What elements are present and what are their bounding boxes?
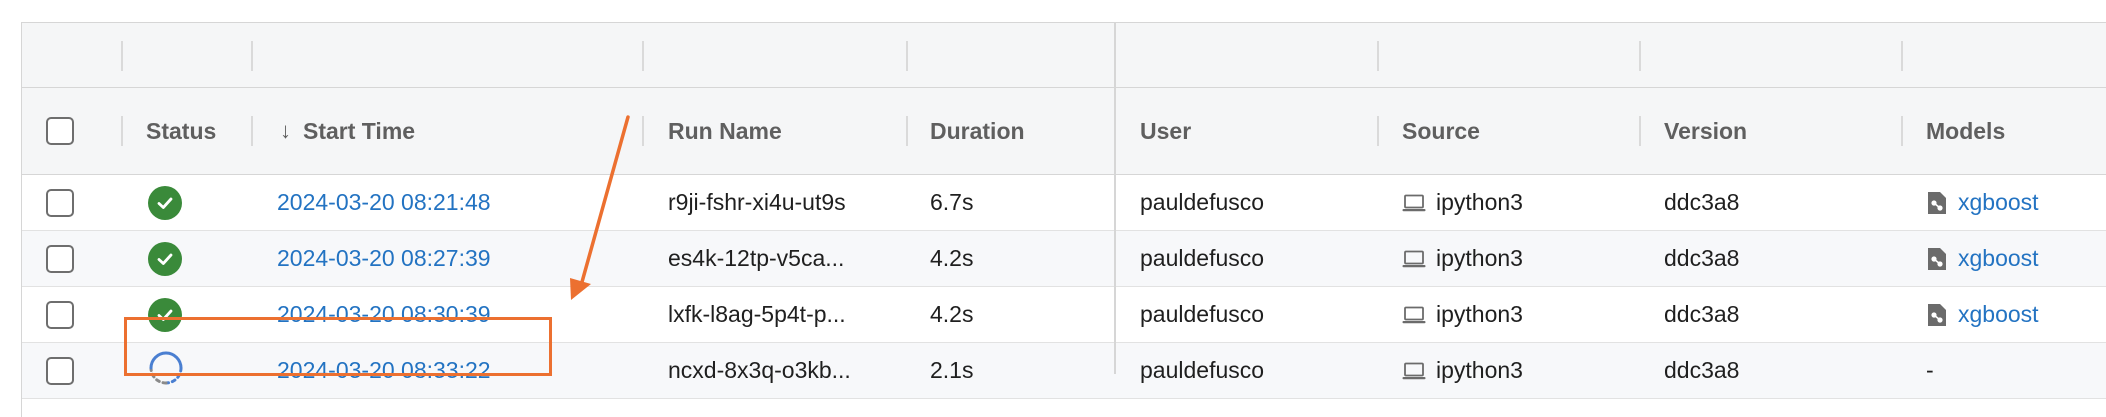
annotation-arrow-icon xyxy=(570,115,630,300)
